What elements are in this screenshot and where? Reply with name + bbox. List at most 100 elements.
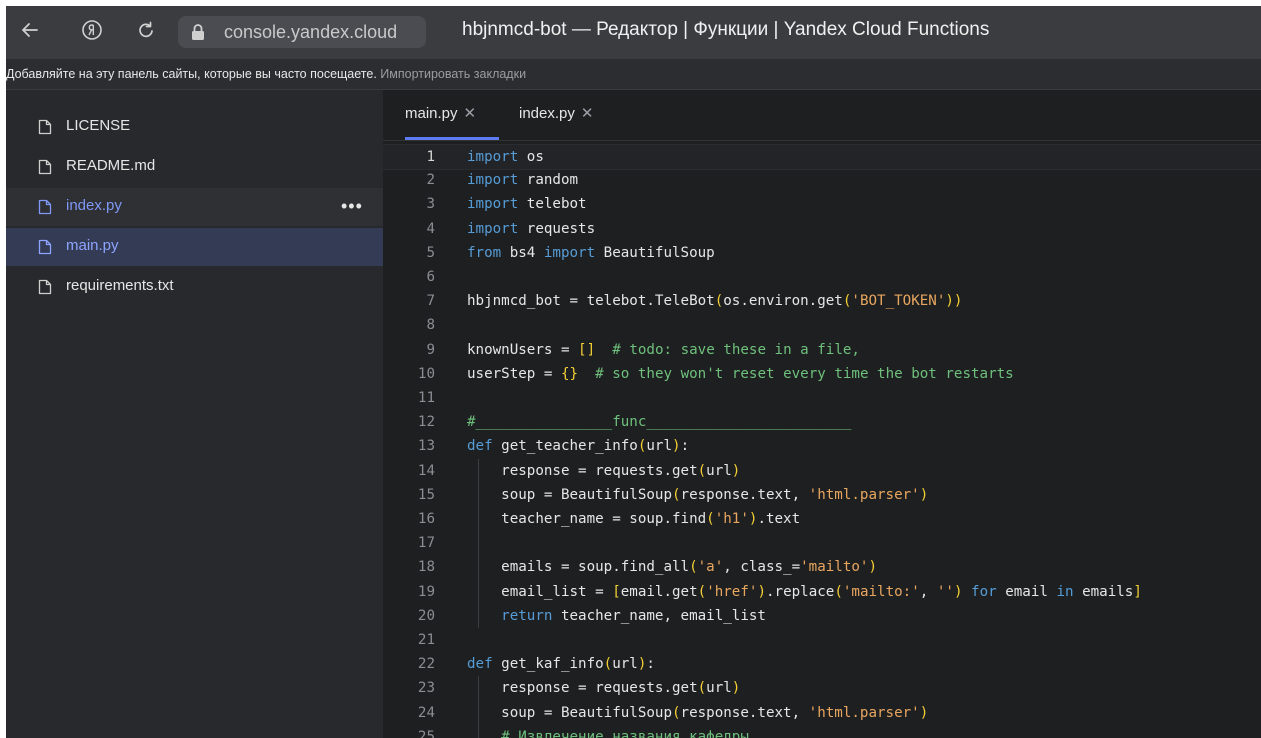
- tab-label: main.py: [405, 105, 458, 122]
- more-actions-button[interactable]: •••: [341, 196, 363, 217]
- code-text: knownUsers = [] # todo: save these in a …: [467, 341, 860, 358]
- code-line[interactable]: 17: [383, 531, 1261, 555]
- code-line[interactable]: 5 from bs4 import BeautifulSoup: [383, 241, 1261, 265]
- editor-tabs: main.py ✕ index.py ✕: [383, 90, 1261, 141]
- code-text: teacher_name = soup.find('h1').text: [467, 511, 801, 527]
- code-line[interactable]: 23 response = requests.get(url): [383, 676, 1261, 700]
- code-text: soup = BeautifulSoup(response.text, 'htm…: [467, 486, 929, 503]
- line-number: 11: [417, 390, 435, 406]
- line-number: 10: [417, 365, 435, 382]
- code-text: userStep = {} # so they won't reset ever…: [467, 365, 1014, 382]
- line-number: 18: [417, 559, 435, 576]
- code-text: import random: [467, 172, 579, 189]
- line-number: 9: [426, 341, 435, 358]
- line-number: 7: [426, 293, 435, 310]
- code-line[interactable]: 4 import requests: [383, 217, 1261, 241]
- code-line[interactable]: 9 knownUsers = [] # todo: save these in a…: [383, 338, 1261, 362]
- code-line[interactable]: 13 def get_teacher_info(url):: [383, 434, 1261, 458]
- browser-window: console.yandex.cloud hbjnmcd-bot — Редак…: [6, 6, 1261, 738]
- file-item-requirements[interactable]: requirements.txt: [6, 268, 383, 306]
- code-line[interactable]: 24 soup = BeautifulSoup(response.text, '…: [383, 701, 1261, 725]
- code-text: import requests: [467, 220, 596, 237]
- line-number: 13: [417, 438, 435, 455]
- line-number: 4: [426, 220, 435, 237]
- code-text: response = requests.get(url): [467, 680, 741, 697]
- file-icon: [38, 199, 52, 215]
- line-number: 14: [417, 462, 435, 479]
- file-name: LICENSE: [66, 117, 131, 134]
- code-line[interactable]: 21: [383, 628, 1261, 652]
- code-line[interactable]: 20 return teacher_name, email_list: [383, 604, 1261, 628]
- code-text: #________________func___________________…: [467, 414, 852, 431]
- code-text: email_list = [email.get('href').replace(…: [467, 583, 1142, 600]
- import-bookmarks-link[interactable]: Импортировать закладки: [380, 67, 526, 81]
- browser-toolbar: console.yandex.cloud hbjnmcd-bot — Редак…: [6, 6, 1261, 59]
- code-text: soup = BeautifulSoup(response.text, 'htm…: [467, 704, 929, 721]
- file-item-license[interactable]: LICENSE: [6, 108, 383, 146]
- code-text: import os: [467, 149, 544, 165]
- code-editor: main.py ✕ index.py ✕ 1 import os 2 import ran…: [383, 90, 1261, 738]
- file-item-index-py[interactable]: index.py •••: [6, 188, 383, 226]
- lock-icon: [188, 22, 208, 42]
- code-text: emails = soup.find_all('a', class_='mail…: [467, 559, 878, 576]
- code-line[interactable]: 16 teacher_name = soup.find('h1').text: [383, 507, 1261, 531]
- code-line[interactable]: 7 hbjnmcd_bot = telebot.TeleBot(os.enviro…: [383, 289, 1261, 313]
- yandex-logo-icon[interactable]: [80, 19, 104, 43]
- code-text: import telebot: [467, 196, 587, 213]
- code-text: def get_kaf_info(url):: [467, 656, 655, 673]
- code-text: response = requests.get(url): [467, 462, 741, 479]
- active-tab-indicator: [405, 137, 499, 140]
- address-bar[interactable]: console.yandex.cloud: [178, 16, 426, 48]
- line-number: 16: [417, 511, 435, 527]
- code-line[interactable]: 3 import telebot: [383, 192, 1261, 216]
- close-icon[interactable]: ✕: [464, 105, 477, 122]
- code-text: def get_teacher_info(url):: [467, 438, 690, 455]
- line-number: 2: [426, 172, 435, 189]
- bookmarks-message: Добавляйте на эту панель сайты, которые …: [6, 67, 377, 81]
- file-icon: [38, 159, 52, 175]
- code-line[interactable]: 18 emails = soup.find_all('a', class_='m…: [383, 555, 1261, 579]
- code-line[interactable]: 19 email_list = [email.get('href').repla…: [383, 580, 1261, 604]
- page-title: hbjnmcd-bot — Редактор | Функции | Yande…: [462, 19, 990, 40]
- line-number: 6: [426, 269, 435, 285]
- tab-label: index.py: [519, 105, 575, 122]
- line-number: 24: [417, 704, 435, 721]
- tab-main-py[interactable]: main.py ✕: [405, 104, 476, 122]
- back-arrow-icon[interactable]: [18, 19, 42, 43]
- file-icon: [38, 279, 52, 295]
- line-number: 5: [426, 244, 435, 261]
- code-line[interactable]: 14 response = requests.get(url): [383, 459, 1261, 483]
- file-name: main.py: [66, 237, 119, 254]
- code-line[interactable]: 8: [383, 313, 1261, 337]
- tab-index-py[interactable]: index.py ✕: [519, 104, 593, 122]
- file-item-main-py[interactable]: main.py: [6, 228, 383, 266]
- reload-icon[interactable]: [134, 19, 158, 43]
- file-explorer: LICENSE README.md index.py ••• main.py r…: [6, 90, 383, 738]
- code-line[interactable]: 10 userStep = {} # so they won't reset ev…: [383, 362, 1261, 386]
- code-text: hbjnmcd_bot = telebot.TeleBot(os.environ…: [467, 293, 963, 310]
- file-name: requirements.txt: [66, 277, 174, 294]
- line-number: 15: [417, 486, 435, 503]
- code-line[interactable]: 1 import os: [383, 144, 1261, 170]
- code-line[interactable]: 12 #________________func_________________…: [383, 410, 1261, 434]
- code-line[interactable]: 6: [383, 265, 1261, 289]
- code-line[interactable]: 15 soup = BeautifulSoup(response.text, '…: [383, 483, 1261, 507]
- line-number: 23: [417, 680, 435, 697]
- code-line[interactable]: 11: [383, 386, 1261, 410]
- code-line[interactable]: 22 def get_kaf_info(url):: [383, 652, 1261, 676]
- line-number: 3: [426, 196, 435, 213]
- code-line[interactable]: 25 # Извлечение названия кафедры: [383, 725, 1261, 738]
- code-text: return teacher_name, email_list: [501, 607, 766, 624]
- line-number: 21: [417, 632, 435, 648]
- line-number: 8: [426, 317, 435, 334]
- line-number: 25: [417, 728, 435, 738]
- file-name: README.md: [66, 157, 156, 174]
- code-line[interactable]: 2 import random: [383, 168, 1261, 192]
- line-number: 17: [417, 535, 435, 552]
- file-item-readme[interactable]: README.md: [6, 148, 383, 186]
- line-number: 12: [417, 414, 435, 431]
- address-url[interactable]: console.yandex.cloud: [224, 22, 397, 43]
- close-icon[interactable]: ✕: [581, 105, 594, 122]
- file-icon: [38, 239, 52, 255]
- code-text: from bs4 import BeautifulSoup: [467, 244, 715, 261]
